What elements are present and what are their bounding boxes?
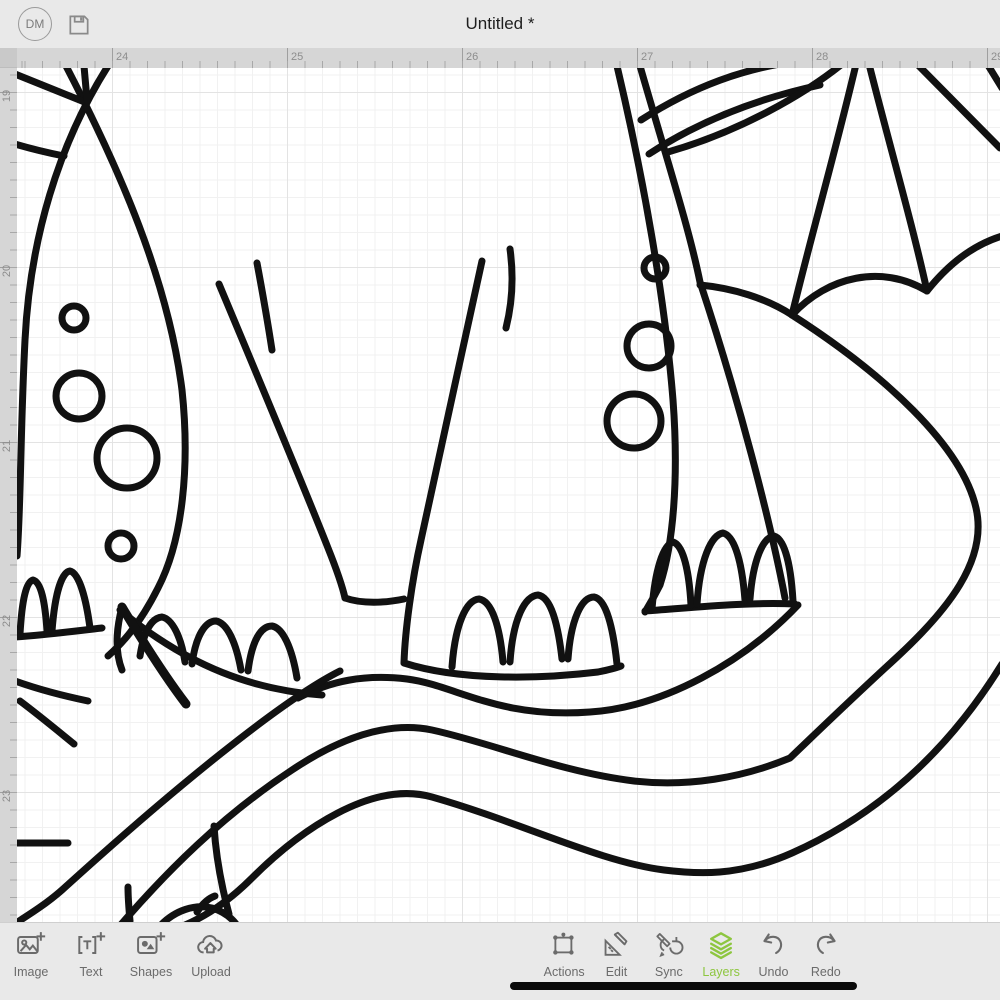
shapes-plus-icon: [135, 929, 167, 964]
h-ruler-label: 28: [816, 51, 828, 63]
top-bar: DM Untitled *: [0, 0, 1000, 48]
sync-button[interactable]: Sync: [643, 929, 695, 980]
shapes-button[interactable]: Shapes: [124, 929, 178, 980]
image-button[interactable]: Image: [4, 929, 58, 980]
cloud-upload-icon: [195, 929, 227, 964]
undo-button[interactable]: Undo: [747, 929, 799, 980]
image-button-label: Image: [14, 966, 49, 980]
text-button-label: Text: [80, 966, 103, 980]
actions-button[interactable]: Actions: [538, 929, 590, 980]
edit-button-label: Edit: [606, 966, 628, 980]
upload-button-label: Upload: [191, 966, 231, 980]
h-ruler-label: 24: [116, 51, 128, 63]
sync-button-label: Sync: [655, 966, 683, 980]
h-ruler-label: 25: [291, 51, 303, 63]
canvas-art: [17, 68, 1000, 922]
horizontal-ruler: 24 25 26 27 28 29: [17, 48, 1000, 68]
v-ruler-label: 20: [1, 260, 13, 282]
layers-icon: [705, 929, 737, 964]
actions-button-label: Actions: [544, 966, 585, 980]
ruler-pencil-icon: [600, 929, 632, 964]
h-ruler-label: 29: [991, 51, 1000, 63]
h-ruler-label: 27: [641, 51, 653, 63]
home-indicator[interactable]: [510, 982, 857, 990]
horizontal-ruler-ticks: [17, 61, 1000, 68]
v-ruler-label: 22: [1, 610, 13, 632]
text-plus-icon: [75, 929, 107, 964]
undo-button-label: Undo: [759, 966, 789, 980]
v-ruler-label: 23: [1, 785, 13, 807]
insert-tools-group: Image Text Shape: [4, 929, 238, 980]
h-ruler-label: 26: [466, 51, 478, 63]
edit-button[interactable]: Edit: [590, 929, 642, 980]
redo-arrow-icon: [810, 929, 842, 964]
undo-arrow-icon: [757, 929, 789, 964]
text-button[interactable]: Text: [64, 929, 118, 980]
document-title: Untitled *: [0, 0, 1000, 48]
upload-button[interactable]: Upload: [184, 929, 238, 980]
redo-button[interactable]: Redo: [800, 929, 852, 980]
design-canvas[interactable]: [17, 68, 1000, 922]
shapes-button-label: Shapes: [130, 966, 172, 980]
layers-button-label: Layers: [702, 966, 740, 980]
v-ruler-label: 21: [1, 435, 13, 457]
bounding-box-icon: [548, 929, 580, 964]
layers-button[interactable]: Layers: [695, 929, 747, 980]
ruler-corner: [0, 48, 17, 68]
image-plus-icon: [15, 929, 47, 964]
edit-tools-group: Actions Edit: [538, 929, 852, 980]
v-ruler-label: 19: [1, 85, 13, 107]
brush-sync-icon: [653, 929, 685, 964]
vertical-ruler: 19 20 21 22 23: [0, 68, 17, 922]
redo-button-label: Redo: [811, 966, 841, 980]
